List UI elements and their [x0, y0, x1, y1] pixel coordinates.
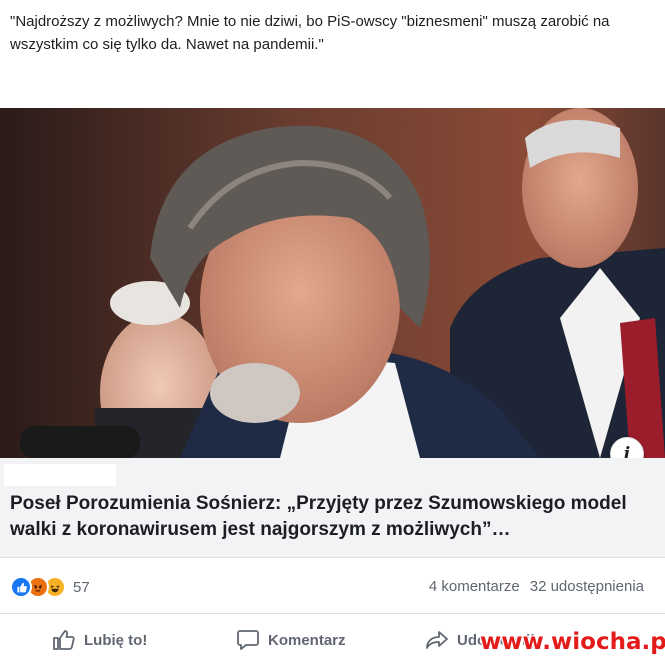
comments-count[interactable]: 4 komentarze [429, 578, 520, 595]
post-stats: 4 komentarze 32 udostępnienia [429, 578, 644, 595]
shares-count[interactable]: 32 udostępnienia [530, 578, 644, 595]
link-preview-image[interactable] [0, 108, 665, 458]
link-title[interactable]: Poseł Porozumienia Sośnierz: „Przyjęty p… [10, 491, 650, 543]
link-preview-card[interactable]: Poseł Porozumienia Sośnierz: „Przyjęty p… [0, 458, 665, 558]
comment-icon [237, 630, 259, 650]
comment-button-label: Komentarz [268, 631, 346, 649]
like-button[interactable]: Lubię to! [52, 629, 147, 651]
thumbs-up-icon [53, 630, 75, 650]
reactions-bar: 57 4 komentarze 32 udostępnienia [0, 558, 665, 614]
comment-button[interactable]: Komentarz [236, 629, 346, 651]
photo-illustration [0, 108, 665, 458]
post-text: "Najdroższy z możliwych? Mnie to nie dzi… [10, 13, 610, 53]
like-icon [10, 576, 32, 598]
watermark-logo: www.wiocha.pl [480, 629, 665, 655]
reactions-summary[interactable]: 57 [10, 576, 90, 598]
share-icon [426, 631, 448, 649]
link-domain [4, 464, 116, 486]
like-button-label: Lubię to! [84, 631, 148, 649]
reaction-count[interactable]: 57 [73, 579, 90, 596]
